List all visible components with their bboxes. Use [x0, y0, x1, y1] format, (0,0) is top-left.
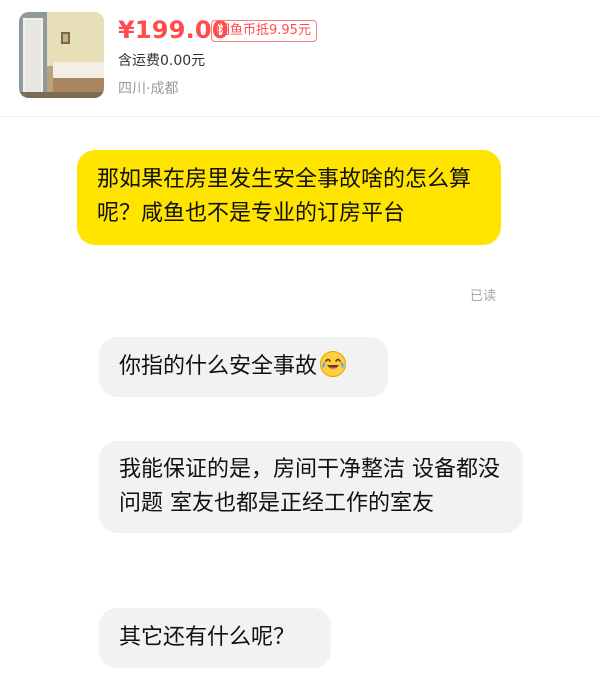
message-text: 其它还有什么呢？	[119, 625, 296, 650]
shipping-fee: 含运费0.00元	[118, 53, 206, 69]
message-text: 你指的什么安全事故	[119, 354, 318, 379]
room-photo-image	[19, 12, 104, 98]
product-header[interactable]: ¥199.00 闲鱼币抵9.95元 含运费0.00元 四川·成都	[0, 0, 600, 117]
message-bubble-received[interactable]: 其它还有什么呢？	[99, 608, 331, 668]
message-bubble-received[interactable]: 我能保证的是，房间干净整洁 设备都没问题 室友也都是正经工作的室友	[99, 441, 523, 533]
laughing-tears-emoji-icon	[319, 350, 347, 378]
seller-location: 四川·成都	[118, 81, 179, 97]
message-text: 那如果在房里发生安全事故啥的怎么算呢？咸鱼也不是专业的订房平台	[97, 167, 472, 226]
read-status: 已读	[470, 289, 497, 304]
message-text: 我能保证的是，房间干净整洁 设备都没问题 室友也都是正经工作的室友	[119, 457, 500, 516]
message-bubble-sent[interactable]: 那如果在房里发生安全事故啥的怎么算呢？咸鱼也不是专业的订房平台	[77, 150, 501, 245]
coin-discount-badge: 闲鱼币抵9.95元	[211, 20, 317, 42]
message-bubble-received[interactable]: 你指的什么安全事故	[99, 337, 388, 397]
product-thumbnail[interactable]	[19, 12, 104, 98]
chat-message-list[interactable]: 那如果在房里发生安全事故啥的怎么算呢？咸鱼也不是专业的订房平台 已读 你指的什么…	[0, 117, 600, 692]
